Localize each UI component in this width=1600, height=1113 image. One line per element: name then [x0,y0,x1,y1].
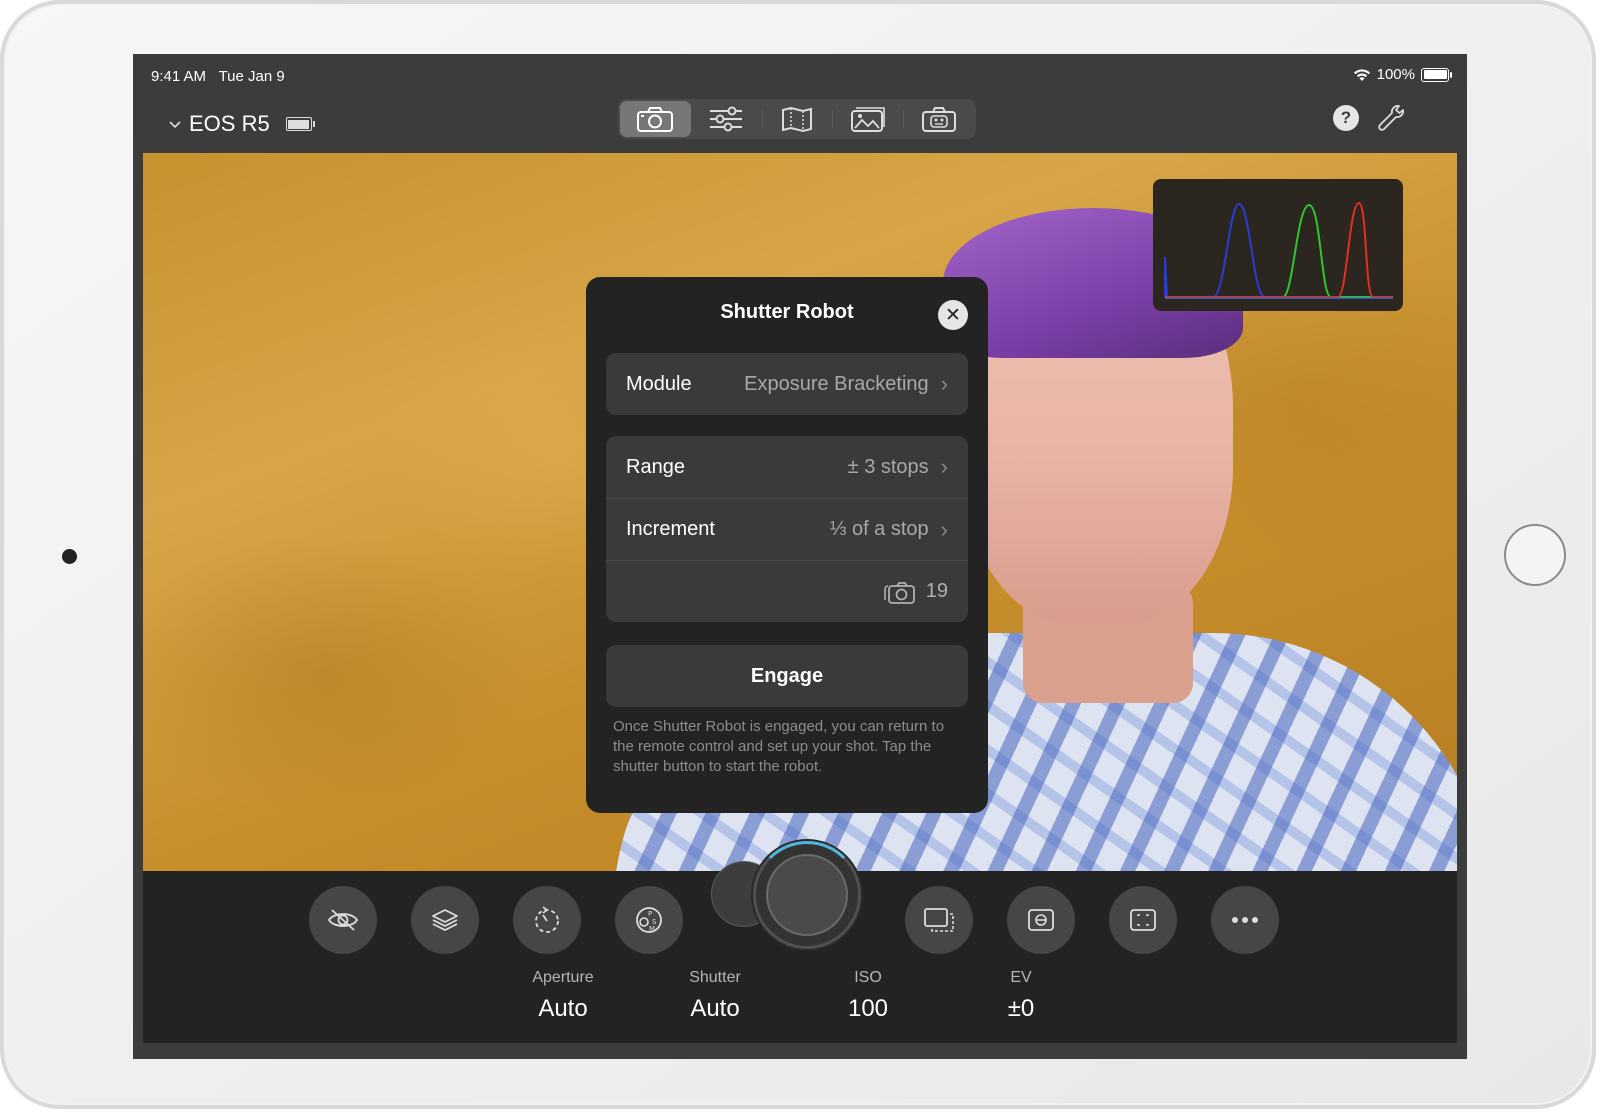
svg-text:M: M [649,925,655,933]
layers-button[interactable] [411,886,479,954]
wifi-icon [1353,68,1370,81]
ev-value: ±0 [1007,995,1035,1022]
histogram[interactable] [1153,179,1403,311]
chevron-right-icon: › [940,454,948,479]
timer-icon [535,906,559,933]
battery-icon [1421,67,1452,82]
aperture-control[interactable]: Aperture Auto [503,969,623,1023]
tab-map[interactable] [761,101,833,137]
tab-gallery[interactable] [832,101,903,137]
range-row[interactable]: Range ± 3 stops › [606,436,968,498]
drive-mode-button[interactable] [905,886,973,954]
increment-value: ⅓ of a stop [829,518,929,540]
shooting-mode-button[interactable]: P S M [615,886,683,954]
shot-count: 19 [925,580,948,602]
svg-text:P: P [648,910,652,918]
front-camera [62,549,77,564]
mode-dial-icon: P S M [636,907,662,933]
shutter-speed-control[interactable]: Shutter Auto [655,969,775,1023]
clock: 9:41 AM [151,68,207,85]
status-right: 100% [1353,66,1452,83]
iso-control[interactable]: ISO 100 [808,969,928,1023]
metering-icon [1028,909,1054,931]
camera-robot-icon [921,107,956,132]
ipad-device: 9:41 AM Tue Jan 9 100% EOS R5 ? Shutter … [0,0,1596,1109]
layers-icon [432,909,458,932]
camera-selector[interactable]: EOS R5 [169,106,315,142]
shot-count-icon [883,581,915,604]
map-icon [781,106,812,133]
module-value: Exposure Bracketing [744,372,929,395]
ev-control[interactable]: EV ±0 [961,969,1081,1023]
battery-percent: 100% [1376,66,1415,83]
histogram-graph [1164,201,1393,299]
chevron-down-icon [169,117,181,132]
tab-settings[interactable] [691,101,762,137]
camera-icon [637,107,674,132]
module-label: Module [626,372,692,395]
screen: 9:41 AM Tue Jan 9 100% EOS R5 ? Shutter … [133,54,1467,1059]
settings-button[interactable] [1375,102,1407,134]
live-view[interactable]: Shutter Robot ✕ Module Exposure Bracketi… [143,153,1457,871]
home-button[interactable] [1504,524,1566,586]
mode-tabs [618,99,976,139]
increment-row[interactable]: Increment ⅓ of a stop › [606,498,968,560]
close-button[interactable]: ✕ [938,300,968,330]
engage-note: Once Shutter Robot is engaged, you can r… [613,718,945,775]
module-group: Module Exposure Bracketing › [606,353,968,415]
chevron-right-icon: › [940,371,948,396]
gallery-icon [850,107,885,132]
shutter-robot-panel: Shutter Robot ✕ Module Exposure Bracketi… [586,277,988,813]
eye-slash-icon [327,909,359,931]
range-value: ± 3 stops [847,455,929,478]
more-button[interactable] [1211,886,1279,954]
iso-value: 100 [847,995,889,1022]
aperture-value: Auto [538,995,588,1022]
status-time: 9:41 AM Tue Jan 9 [151,68,285,85]
nav-bar: EOS R5 ? [133,98,1467,153]
focus-area-icon [1130,909,1156,931]
close-icon: ✕ [945,304,961,326]
module-row[interactable]: Module Exposure Bracketing › [606,353,968,415]
ev-label: EV [1010,969,1032,986]
shutter-button[interactable] [753,841,861,949]
wrench-icon [1378,105,1404,131]
drive-mode-icon [924,908,954,932]
status-bar: 9:41 AM Tue Jan 9 100% [133,54,1467,98]
tab-remote[interactable] [620,101,691,137]
engage-button[interactable]: Engage [606,645,968,707]
panel-title: Shutter Robot [720,301,854,323]
shutter-value: Auto [690,995,740,1022]
focus-area-button[interactable] [1109,886,1177,954]
bottom-controls: P S M Aperture Auto Shutter Auto ISO 100… [143,841,1457,1043]
date: Tue Jan 9 [218,68,285,85]
iso-label: ISO [854,969,882,986]
camera-battery-icon [285,117,315,131]
help-button[interactable]: ? [1333,105,1359,131]
metering-button[interactable] [1007,886,1075,954]
hide-overlay-button[interactable] [309,886,377,954]
chevron-right-icon: › [940,516,948,542]
sliders-icon [710,106,743,132]
timer-button[interactable] [513,886,581,954]
range-label: Range [626,455,685,478]
aperture-label: Aperture [532,969,594,986]
shot-count-row: 19 [606,560,968,622]
camera-name: EOS R5 [189,111,270,136]
tab-robot[interactable] [903,101,974,137]
increment-label: Increment [626,518,715,540]
shutter-label: Shutter [689,969,741,986]
more-icon [1232,917,1258,923]
bracket-settings-group: Range ± 3 stops › Increment ⅓ of a stop … [606,436,968,622]
